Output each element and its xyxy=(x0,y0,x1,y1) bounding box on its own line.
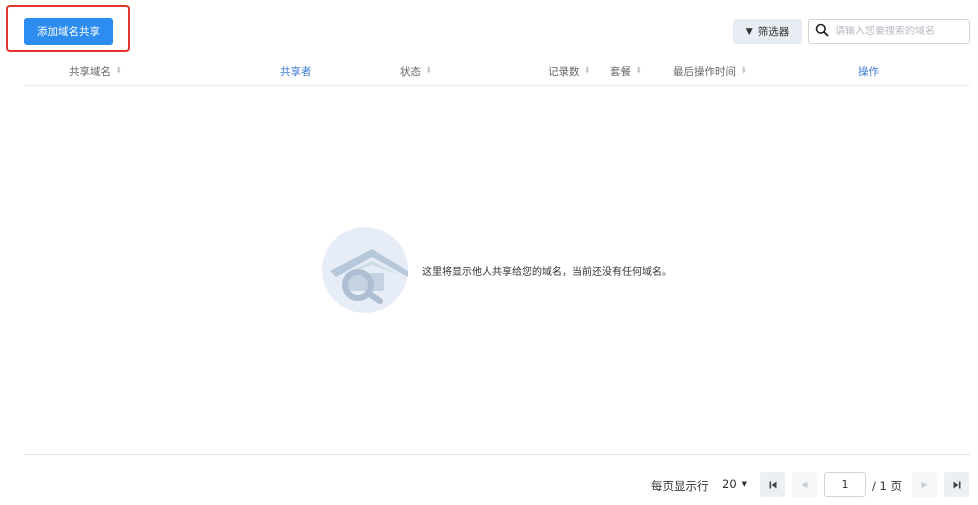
filter-label: 筛选器 xyxy=(757,26,790,38)
rows-per-page-label: 每页显示行 xyxy=(651,479,709,493)
total-pages-label: / 1 页 xyxy=(872,479,903,493)
column-last-operation-time[interactable]: 最后操作时间 ▲ ▼ xyxy=(673,56,745,86)
prev-page-icon: ◀ xyxy=(801,480,808,489)
add-domain-share-button[interactable]: 添加域名共享 xyxy=(24,18,113,45)
last-page-icon xyxy=(953,481,960,488)
column-shared-domain[interactable]: 共享域名 ▲ ▼ xyxy=(69,56,120,86)
column-actions: 操作 xyxy=(858,56,879,86)
footer-divider xyxy=(24,454,970,455)
sort-icon[interactable]: ▲ ▼ xyxy=(427,66,430,75)
caret-down-icon: ▼ xyxy=(741,480,748,488)
column-plan[interactable]: 套餐 ▲ ▼ xyxy=(610,56,640,86)
search-input[interactable] xyxy=(835,26,969,37)
last-page-button[interactable] xyxy=(944,472,969,497)
search-box[interactable] xyxy=(808,19,970,44)
sort-icon[interactable]: ▲ ▼ xyxy=(742,66,745,75)
filter-icon: ▼ xyxy=(745,26,753,37)
sort-icon[interactable]: ▲ ▼ xyxy=(117,66,120,75)
column-sharer: 共享者 xyxy=(280,56,312,86)
next-page-button[interactable]: ▶ xyxy=(912,472,937,497)
column-record-count[interactable]: 记录数 ▲ ▼ xyxy=(548,56,589,86)
sort-icon[interactable]: ▲ ▼ xyxy=(637,66,640,75)
prev-page-button[interactable]: ◀ xyxy=(792,472,817,497)
column-label: 套餐 xyxy=(610,65,631,78)
empty-state: 这里将显示他人共享给您的域名，当前还没有任何域名。 xyxy=(322,227,672,313)
filter-button[interactable]: ▼ 筛选器 xyxy=(733,19,802,44)
column-label: 记录数 xyxy=(548,65,580,78)
page-number-input[interactable] xyxy=(824,472,866,497)
column-label: 最后操作时间 xyxy=(673,65,736,78)
table-header: 共享域名 ▲ ▼ 共享者 状态 ▲ ▼ 记录数 ▲ ▼ 套餐 ▲ ▼ 最后操作时间 ▲ ▼… xyxy=(24,56,970,86)
empty-state-message: 这里将显示他人共享给您的域名，当前还没有任何域名。 xyxy=(422,266,672,278)
column-label: 操作 xyxy=(858,65,879,78)
column-label: 共享域名 xyxy=(69,65,111,78)
search-icon xyxy=(815,23,829,40)
column-label: 共享者 xyxy=(280,65,312,78)
page-size-value: 20 xyxy=(722,477,737,491)
first-page-icon xyxy=(769,481,776,488)
column-status[interactable]: 状态 ▲ ▼ xyxy=(400,56,430,86)
page-size-select[interactable]: 20 ▼ xyxy=(722,477,747,491)
next-page-icon: ▶ xyxy=(921,480,928,489)
column-label: 状态 xyxy=(400,65,421,78)
first-page-button[interactable] xyxy=(760,472,785,497)
empty-illustration-icon xyxy=(322,227,408,313)
sort-icon[interactable]: ▲ ▼ xyxy=(586,66,589,75)
